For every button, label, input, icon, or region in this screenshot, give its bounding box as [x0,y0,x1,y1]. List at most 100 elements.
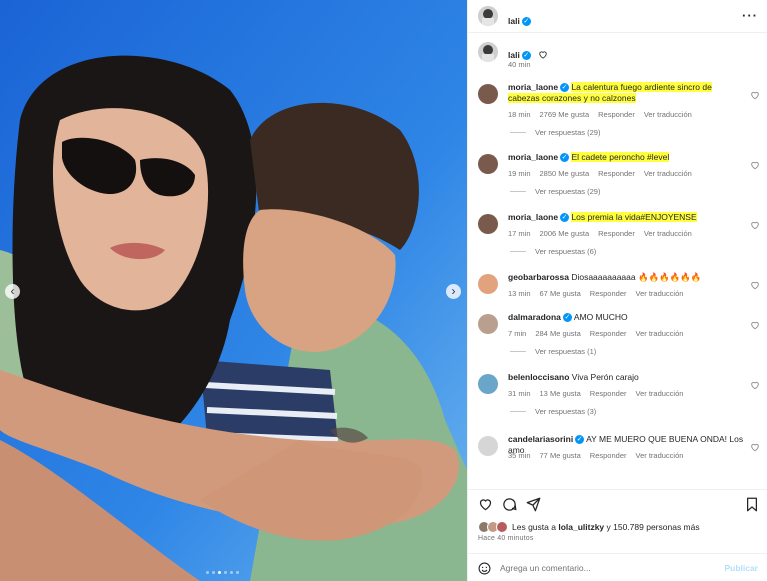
commenter-avatar[interactable] [478,436,498,456]
comment-time: 7 min [508,329,527,338]
comment-likes-count[interactable]: 284 Me gusta [535,329,580,338]
like-heart-icon[interactable] [478,497,493,511]
comment-bubble-icon[interactable] [502,497,517,512]
reply-button[interactable]: Responder [590,451,627,460]
likes-username[interactable]: lola_ulitzky [558,522,604,532]
commenter-username[interactable]: dalmaradona [508,312,561,322]
commenter-avatar[interactable] [478,274,498,294]
reply-button[interactable]: Responder [598,169,635,178]
commenter-username[interactable]: geobarbarossa [508,272,569,282]
comment-likes-count[interactable]: 2006 Me gusta [540,229,590,238]
comment-like-heart-icon[interactable] [750,280,760,290]
commenter-avatar[interactable] [478,374,498,394]
comment-time: 19 min [508,169,531,178]
view-replies-button[interactable]: Ver respuestas (3) [510,407,596,416]
commenter-avatar[interactable] [478,84,498,104]
comment-likes-count[interactable]: 2850 Me gusta [540,169,590,178]
commenter-username[interactable]: belenloccisano [508,372,569,382]
carousel-dot [224,571,227,574]
commenter-avatar[interactable] [478,214,498,234]
liker-avatar [496,521,508,533]
view-replies-button[interactable]: Ver respuestas (29) [510,187,600,196]
comment-body: geobarbarossa Diosaaaaaaaaaa 🔥🔥🔥🔥🔥🔥 [508,272,744,283]
reply-button[interactable]: Responder [598,110,635,119]
verified-badge-icon: ✓ [560,213,570,222]
comment-likes-count[interactable]: 13 Me gusta [540,389,581,398]
comment-time: 17 min [508,229,531,238]
reply-button[interactable]: Responder [590,389,627,398]
view-replies-button[interactable]: Ver respuestas (1) [510,347,596,356]
caption-row: lali ✓ 40 min [468,42,767,72]
view-replies-label: Ver respuestas (1) [535,347,597,356]
comment-time: 18 min [508,110,531,119]
next-slide-button[interactable]: › [446,284,461,299]
previous-slide-button[interactable]: ‹ [5,284,20,299]
comment-likes-count[interactable]: 67 Me gusta [540,289,581,298]
carousel-dot [206,571,209,574]
commenter-username[interactable]: moria_laone [508,212,558,222]
comment-time: 13 min [508,289,531,298]
post-timestamp: Hace 40 minutos [478,535,534,542]
author-avatar[interactable] [478,6,498,26]
publish-button[interactable]: Publicar [724,563,758,573]
replies-divider [510,132,526,133]
comment-body: dalmaradona ✓ AMO MUCHO [508,312,744,323]
liker-avatars[interactable] [478,521,508,533]
replies-divider [510,351,526,352]
heart-outline-icon[interactable] [538,50,548,59]
reply-button[interactable]: Responder [590,289,627,298]
comment-like-heart-icon[interactable] [750,220,760,230]
comment-body: moria_laone ✓ El cadete peroncho #level [508,152,744,163]
author-name-row: lali ✓ [508,11,531,29]
author-avatar-caption[interactable] [478,42,498,62]
comment-likes-count[interactable]: 77 Me gusta [540,451,581,460]
comment-like-heart-icon[interactable] [750,442,760,452]
replies-divider [510,191,526,192]
view-replies-button[interactable]: Ver respuestas (6) [510,247,596,256]
commenter-username[interactable]: candelariasorini [508,434,573,444]
translate-button[interactable]: Ver traducción [636,289,684,298]
view-replies-label: Ver respuestas (29) [535,128,601,137]
commenter-username[interactable]: moria_laone [508,152,558,162]
comment-input[interactable] [500,560,710,576]
comment-meta: 18 min 2769 Me gusta Responder Ver traducci… [508,110,701,119]
translate-button[interactable]: Ver traducción [636,451,684,460]
commenter-avatar[interactable] [478,154,498,174]
translate-button[interactable]: Ver traducción [644,110,692,119]
comment-like-heart-icon[interactable] [750,320,760,330]
replies-divider [510,411,526,412]
translate-button[interactable]: Ver traducción [636,389,684,398]
comment-time: 31 min [508,389,531,398]
view-replies-button[interactable]: Ver respuestas (29) [510,128,600,137]
comment-likes-count[interactable]: 2769 Me gusta [540,110,590,119]
comment-like-heart-icon[interactable] [750,90,760,100]
comment-like-heart-icon[interactable] [750,380,760,390]
reply-button[interactable]: Responder [598,229,635,238]
reply-button[interactable]: Responder [590,329,627,338]
author-username[interactable]: lali [508,16,520,26]
save-bookmark-icon[interactable] [746,497,758,512]
caption-username[interactable]: lali [508,50,520,60]
comment-text: El cadete peroncho #level [571,152,670,162]
commenter-username[interactable]: moria_laone [508,82,558,92]
translate-button[interactable]: Ver traducción [644,229,692,238]
comment-meta: 17 min 2006 Me gusta Responder Ver traducci… [508,229,701,238]
carousel-dot [212,571,215,574]
likes-suffix[interactable]: y 150.789 personas más [607,522,700,532]
commenter-avatar[interactable] [478,314,498,334]
couple-selfie-illustration [0,0,467,581]
comment-meta: 31 min 13 Me gusta Responder Ver traducción [508,389,692,398]
carousel-indicator [206,571,239,574]
more-options-icon[interactable]: ··· [742,8,758,23]
comment-like-heart-icon[interactable] [750,160,760,170]
verified-badge-icon: ✓ [560,83,570,92]
carousel-dot [236,571,239,574]
share-send-icon[interactable] [526,497,541,512]
emoji-smiley-icon[interactable] [478,562,491,575]
translate-button[interactable]: Ver traducción [636,329,684,338]
carousel-dot [218,571,221,574]
verified-badge-icon: ✓ [560,153,570,162]
translate-button[interactable]: Ver traducción [644,169,692,178]
verified-badge-icon: ✓ [521,17,531,26]
view-replies-label: Ver respuestas (29) [535,187,601,196]
